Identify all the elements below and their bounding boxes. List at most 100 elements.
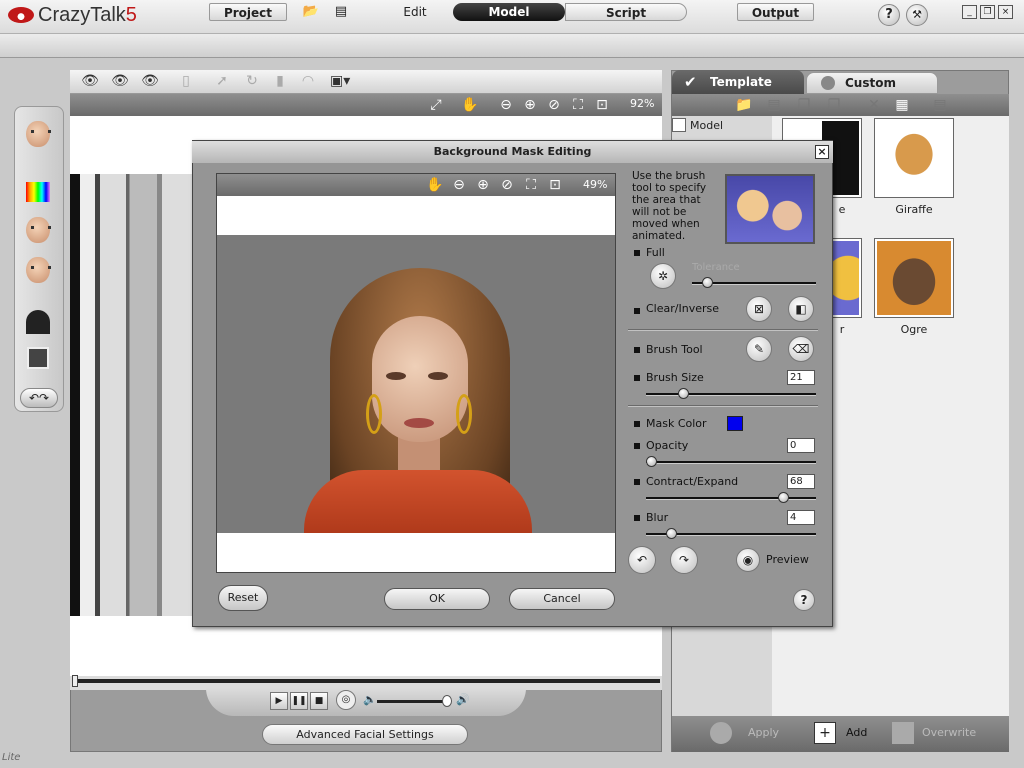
volume-track[interactable] bbox=[377, 700, 449, 703]
face-icon bbox=[26, 121, 51, 147]
eraser-button[interactable]: ⌫ bbox=[788, 336, 814, 362]
file-icon[interactable]: ▤ bbox=[764, 94, 784, 116]
menu-model[interactable]: Model bbox=[453, 3, 565, 21]
eye-icon[interactable]: 👁 bbox=[80, 70, 100, 92]
add-button[interactable]: Add bbox=[846, 726, 867, 739]
view-mode-icon[interactable]: ▦ bbox=[892, 94, 912, 116]
overwrite-button[interactable]: Overwrite bbox=[922, 726, 976, 739]
zoom-out-icon[interactable]: ⊖ bbox=[449, 174, 469, 196]
paste-icon[interactable]: ❐ bbox=[824, 94, 844, 116]
contract-expand-slider-thumb[interactable] bbox=[778, 492, 789, 503]
actual-size-icon[interactable]: ⊡ bbox=[545, 174, 565, 196]
document-icon[interactable]: ▮ bbox=[270, 70, 290, 92]
blur-field[interactable]: 4 bbox=[787, 510, 815, 525]
background-mask-button[interactable] bbox=[22, 306, 54, 338]
apply-button[interactable]: Apply bbox=[748, 726, 779, 739]
head-icon bbox=[26, 217, 51, 243]
tree-item-model[interactable]: Model bbox=[690, 119, 723, 132]
redo-button[interactable]: ↷ bbox=[670, 546, 698, 574]
face-orientation-button[interactable] bbox=[22, 214, 54, 246]
bullet bbox=[634, 375, 640, 381]
brush-size-field[interactable]: 21 bbox=[787, 370, 815, 385]
menu-script[interactable]: Script bbox=[565, 3, 687, 21]
menu-edit[interactable]: Edit bbox=[378, 3, 452, 21]
pause-button[interactable]: ❚❚ bbox=[290, 692, 308, 710]
volume-thumb[interactable] bbox=[442, 695, 452, 707]
zoom-out-icon[interactable]: ⊖ bbox=[496, 94, 516, 116]
inverse-mask-button[interactable]: ◧ bbox=[788, 296, 814, 322]
template-thumb-giraffe[interactable] bbox=[874, 118, 954, 198]
undo-button[interactable]: ↶ bbox=[628, 546, 656, 574]
timeline-thumb[interactable] bbox=[72, 675, 78, 687]
magic-wand-button[interactable]: ✲ bbox=[650, 263, 676, 289]
zoom-in-icon[interactable]: ⊕ bbox=[473, 174, 493, 196]
contract-expand-field[interactable]: 68 bbox=[787, 474, 815, 489]
actual-size-icon[interactable]: ⊡ bbox=[592, 94, 612, 116]
overwrite-icon[interactable] bbox=[892, 722, 914, 744]
opacity-slider[interactable] bbox=[646, 461, 816, 464]
copy-icon[interactable]: ❐ bbox=[794, 94, 814, 116]
opacity-slider-thumb[interactable] bbox=[646, 456, 657, 467]
hand-icon[interactable]: ✋ bbox=[425, 174, 445, 196]
play-button[interactable]: ▶ bbox=[270, 692, 288, 710]
head-profile-button[interactable] bbox=[22, 254, 54, 286]
menu-project[interactable]: Project bbox=[209, 3, 287, 21]
refresh-icon[interactable]: ▤ bbox=[930, 94, 950, 116]
tab-template[interactable]: ✔ Template bbox=[672, 70, 804, 94]
menu-output[interactable]: Output bbox=[737, 3, 814, 21]
opacity-field[interactable]: 0 bbox=[787, 438, 815, 453]
tab-custom[interactable]: Custom bbox=[806, 72, 938, 94]
brush-size-slider[interactable] bbox=[646, 393, 816, 396]
apply-icon[interactable] bbox=[710, 722, 732, 744]
bullet bbox=[634, 515, 640, 521]
lips-icon[interactable]: ◠ bbox=[298, 70, 318, 92]
record-icon[interactable]: ◎ bbox=[336, 690, 356, 710]
color-adjust-button[interactable] bbox=[22, 176, 54, 208]
eye-lashes-icon[interactable]: 👁 bbox=[140, 70, 160, 92]
fit-window-icon[interactable]: ⤢ bbox=[426, 94, 446, 116]
zoom-reset-icon[interactable]: ⊘ bbox=[497, 174, 517, 196]
delete-icon[interactable]: ✕ bbox=[864, 94, 884, 116]
face-fitting-button[interactable] bbox=[22, 118, 54, 150]
eye-outline-icon[interactable]: 👁 bbox=[110, 70, 130, 92]
template-thumb-ogre[interactable] bbox=[874, 238, 954, 318]
pointer-icon[interactable]: ➚ bbox=[212, 70, 232, 92]
fit-icon[interactable]: ⛶ bbox=[521, 174, 541, 196]
undo-redo-control[interactable]: ↶↷ bbox=[20, 388, 58, 408]
minimize-button[interactable]: _ bbox=[962, 5, 977, 19]
brush-size-slider-thumb[interactable] bbox=[678, 388, 689, 399]
advanced-facial-settings-button[interactable]: Advanced Facial Settings bbox=[262, 724, 468, 745]
zoom-in-icon[interactable]: ⊕ bbox=[520, 94, 540, 116]
background-button[interactable] bbox=[22, 342, 54, 374]
hand-icon[interactable]: ✋ bbox=[460, 94, 480, 116]
view-dropdown-icon[interactable]: ▣▾ bbox=[330, 70, 350, 92]
save-icon[interactable]: ▤ bbox=[330, 3, 352, 21]
close-app-button[interactable]: × bbox=[998, 5, 1013, 19]
contract-expand-slider[interactable] bbox=[646, 497, 816, 500]
restore-button[interactable]: ❐ bbox=[980, 5, 995, 19]
cancel-button[interactable]: Cancel bbox=[509, 588, 615, 610]
tolerance-slider-thumb[interactable] bbox=[702, 277, 713, 288]
zoom-reset-icon[interactable]: ⊘ bbox=[544, 94, 564, 116]
fit-icon[interactable]: ⛶ bbox=[568, 94, 588, 116]
folder-icon[interactable]: 📁 bbox=[734, 94, 754, 116]
preview-button[interactable]: Preview bbox=[766, 553, 809, 566]
clear-mask-button[interactable]: ⊠ bbox=[746, 296, 772, 322]
ogre-image bbox=[877, 241, 951, 315]
add-icon[interactable]: + bbox=[814, 722, 836, 744]
dialog-help-button[interactable]: ? bbox=[793, 589, 815, 611]
stop-button[interactable]: ■ bbox=[310, 692, 328, 710]
ok-button[interactable]: OK bbox=[384, 588, 490, 610]
dialog-close-button[interactable]: × bbox=[815, 145, 829, 159]
brush-button[interactable]: ✎ bbox=[746, 336, 772, 362]
help-button[interactable]: ? bbox=[878, 4, 900, 26]
page-icon[interactable]: ▯ bbox=[176, 70, 196, 92]
reset-button[interactable]: Reset bbox=[218, 585, 268, 611]
blur-slider-thumb[interactable] bbox=[666, 528, 677, 539]
open-folder-icon[interactable]: 📂 bbox=[300, 3, 322, 21]
eye-icon[interactable]: ◉ bbox=[736, 548, 760, 572]
mask-color-swatch[interactable] bbox=[727, 416, 743, 431]
rotate-icon[interactable]: ↻ bbox=[242, 70, 262, 92]
timeline-track[interactable] bbox=[74, 679, 660, 683]
tools-icon[interactable]: ⚒ bbox=[906, 4, 928, 26]
